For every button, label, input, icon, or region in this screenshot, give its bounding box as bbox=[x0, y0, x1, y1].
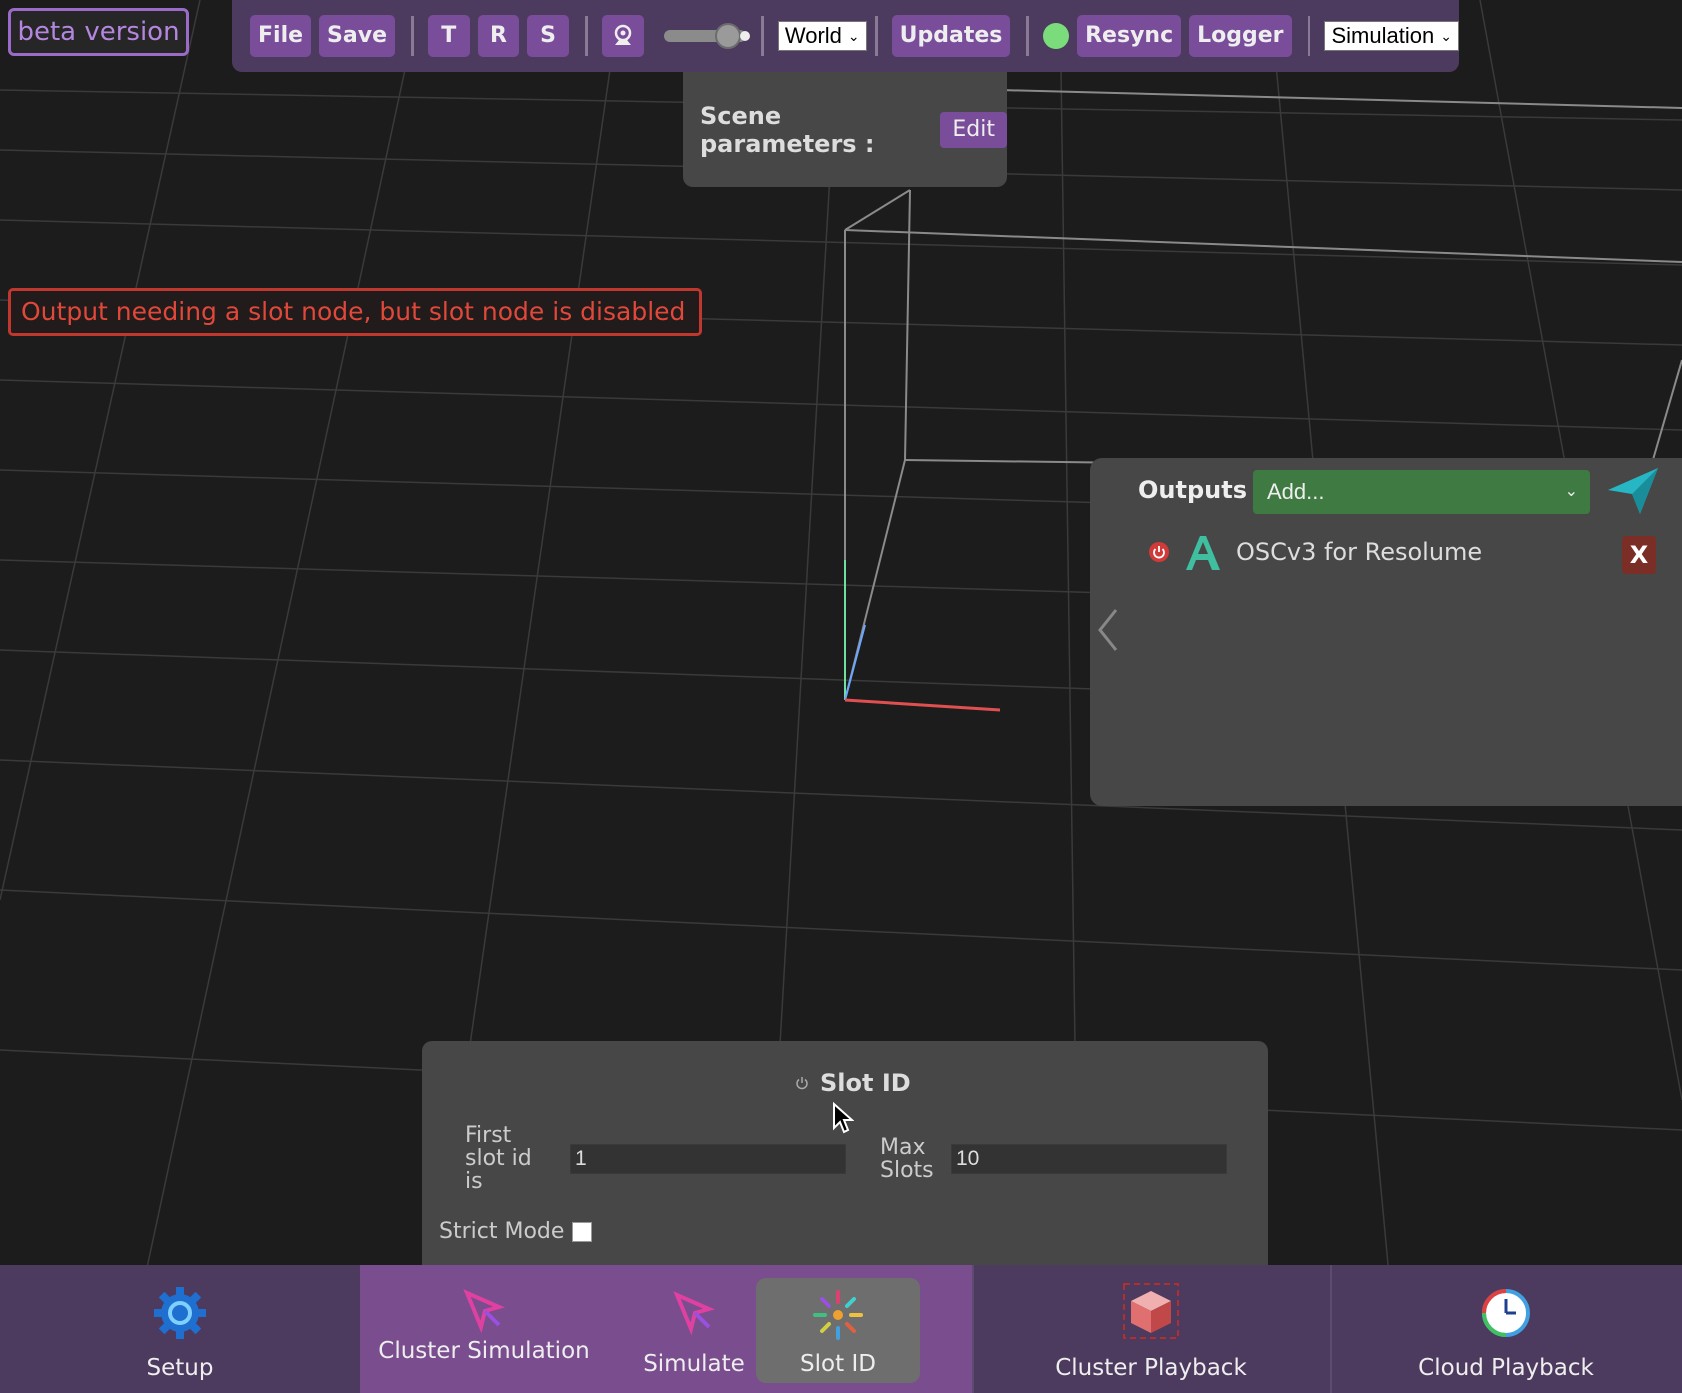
tab-cluster-simulation-label: Cluster Simulation bbox=[378, 1338, 590, 1364]
add-output-value: Add... bbox=[1267, 479, 1325, 504]
clock-icon bbox=[1482, 1289, 1530, 1337]
slot-id-title: Slot ID bbox=[794, 1069, 911, 1097]
resolume-logo-icon bbox=[1186, 536, 1220, 570]
beta-version-badge: beta version bbox=[8, 8, 189, 56]
max-slots-label: Max Slots bbox=[880, 1135, 934, 1183]
edit-scene-button[interactable]: Edit bbox=[940, 111, 1007, 148]
toolbar-divider bbox=[1307, 16, 1311, 56]
mode-value: Simulation bbox=[1331, 23, 1435, 48]
toolbar-divider bbox=[410, 16, 414, 56]
tab-slot-id-label: Slot ID bbox=[800, 1351, 876, 1377]
power-icon[interactable] bbox=[1148, 541, 1170, 563]
updates-button[interactable]: Updates bbox=[891, 15, 1011, 57]
first-slot-id-input[interactable]: 1 bbox=[570, 1144, 846, 1174]
connection-status-indicator bbox=[1043, 23, 1070, 49]
logger-button[interactable]: Logger bbox=[1189, 15, 1292, 57]
max-slots-input[interactable]: 10 bbox=[951, 1144, 1227, 1174]
save-button[interactable]: Save bbox=[319, 15, 395, 57]
gear-icon bbox=[154, 1287, 206, 1339]
outputs-panel: Outputs Add... ⌄ OSCv3 for Resolume X bbox=[1090, 458, 1682, 806]
tab-setup-label: Setup bbox=[146, 1355, 214, 1381]
power-icon[interactable] bbox=[794, 1075, 810, 1091]
send-icon[interactable] bbox=[1606, 464, 1660, 518]
rotate-button[interactable]: R bbox=[477, 15, 520, 57]
output-item-label: OSCv3 for Resolume bbox=[1236, 538, 1483, 566]
axis-x bbox=[844, 698, 1001, 712]
simulation-tab-group: Cluster Simulation Simulate Slot ID bbox=[360, 1265, 972, 1393]
tab-cluster-playback[interactable]: Cluster Playback bbox=[972, 1265, 1330, 1393]
zoom-slider[interactable] bbox=[663, 21, 750, 51]
cube-icon bbox=[1123, 1283, 1179, 1339]
strict-mode-row: Strict Mode bbox=[439, 1219, 593, 1244]
sparkle-icon bbox=[813, 1290, 863, 1340]
toolbar-divider bbox=[760, 16, 764, 56]
strict-mode-label: Strict Mode bbox=[439, 1219, 565, 1244]
tab-cluster-playback-label: Cluster Playback bbox=[1055, 1355, 1247, 1381]
toolbar-divider bbox=[1026, 16, 1030, 56]
add-output-select[interactable]: Add... ⌄ bbox=[1253, 470, 1590, 514]
slot-id-title-text: Slot ID bbox=[820, 1069, 911, 1097]
chevron-down-icon: ⌄ bbox=[1564, 483, 1578, 500]
cursor-click-icon bbox=[463, 1289, 505, 1334]
camera-icon bbox=[614, 24, 631, 45]
cursor-click-icon bbox=[673, 1291, 715, 1336]
chevron-left-icon[interactable] bbox=[1096, 608, 1120, 652]
slot-id-panel: Slot ID First slot id is 1 Max Slots 10 … bbox=[422, 1041, 1268, 1265]
first-slot-id-label: First slot id is bbox=[465, 1123, 532, 1194]
translate-button[interactable]: T bbox=[427, 15, 470, 57]
toolbar-divider bbox=[874, 16, 878, 56]
tab-slot-id[interactable]: Slot ID bbox=[756, 1278, 920, 1383]
chevron-down-icon: ⌄ bbox=[1440, 28, 1452, 44]
outputs-title: Outputs bbox=[1138, 476, 1247, 504]
coordinate-space-select[interactable]: World ⌄ bbox=[777, 21, 867, 51]
mouse-cursor-icon bbox=[833, 1102, 854, 1134]
camera-button[interactable] bbox=[601, 15, 644, 57]
remove-output-button[interactable]: X bbox=[1622, 536, 1656, 574]
coordinate-space-value: World bbox=[784, 23, 842, 48]
axis-z bbox=[844, 624, 866, 701]
resync-button[interactable]: Resync bbox=[1077, 15, 1182, 57]
toolbar-divider bbox=[584, 16, 588, 56]
scene-parameters-label: Scene parameters : bbox=[700, 101, 875, 158]
top-toolbar: File Save T R S World ⌄ Updates Resync L… bbox=[232, 0, 1459, 72]
tab-simulate-label: Simulate bbox=[643, 1351, 745, 1377]
error-banner: Output needing a slot node, but slot nod… bbox=[8, 288, 702, 336]
bottom-navigation-bar: Setup Cluster Simulation Simulate Slot I… bbox=[0, 1265, 1682, 1393]
file-button[interactable]: File bbox=[250, 15, 312, 57]
tab-setup[interactable]: Setup bbox=[0, 1265, 360, 1393]
scale-button[interactable]: S bbox=[527, 15, 569, 57]
scene-parameters-panel: Scene parameters : Edit bbox=[683, 72, 1007, 187]
tab-cloud-playback[interactable]: Cloud Playback bbox=[1330, 1265, 1682, 1393]
chevron-down-icon: ⌄ bbox=[847, 28, 860, 44]
mode-select[interactable]: Simulation ⌄ bbox=[1324, 21, 1459, 51]
tab-cluster-simulation[interactable]: Cluster Simulation bbox=[360, 1265, 608, 1393]
strict-mode-checkbox[interactable] bbox=[572, 1221, 593, 1242]
tab-cloud-playback-label: Cloud Playback bbox=[1418, 1355, 1594, 1381]
tab-simulate[interactable]: Simulate bbox=[608, 1265, 780, 1393]
output-item[interactable]: OSCv3 for Resolume bbox=[1148, 532, 1482, 572]
